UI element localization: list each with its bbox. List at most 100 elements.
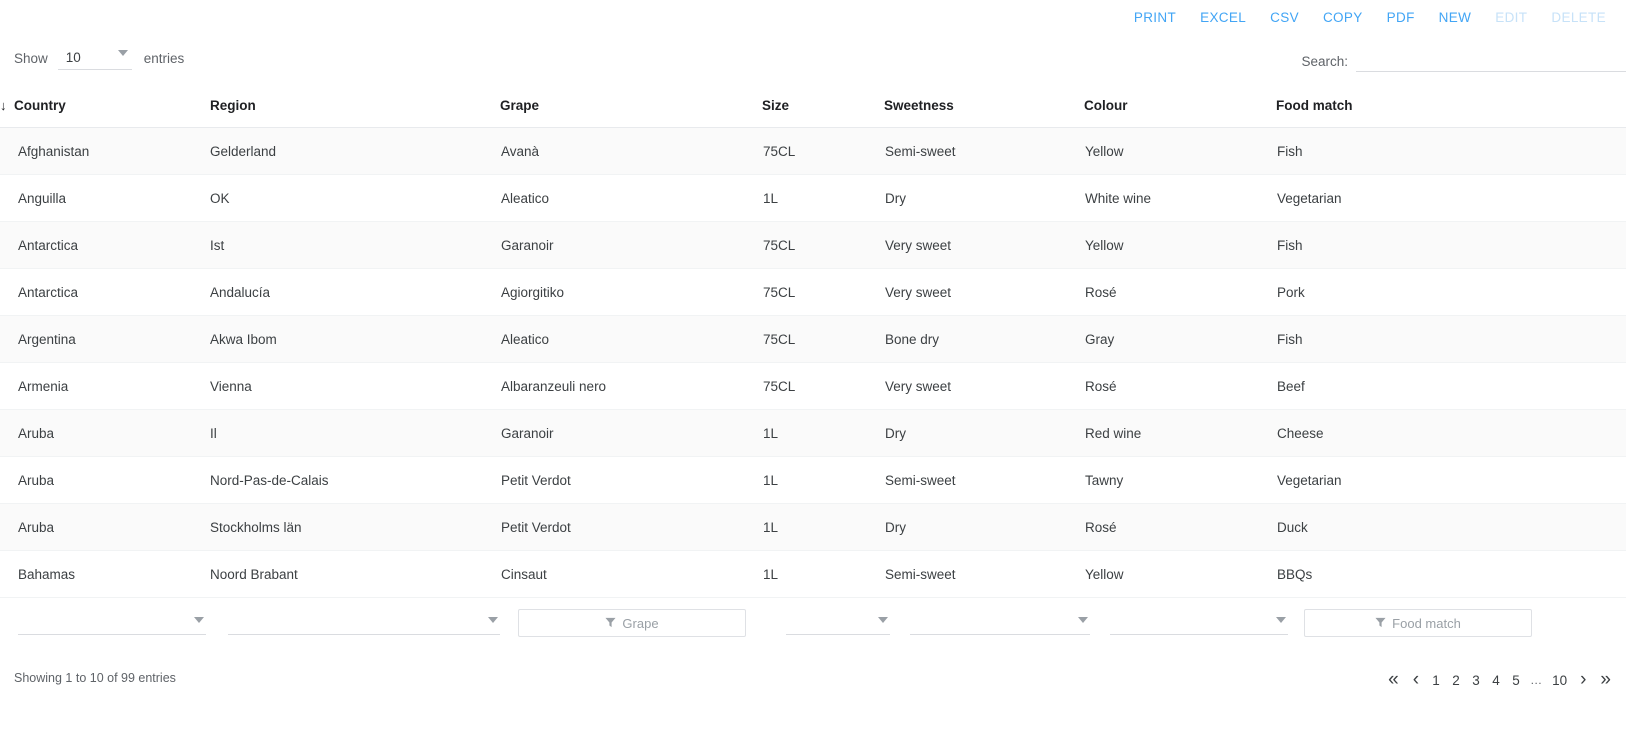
cell-food: Duck bbox=[1276, 503, 1626, 551]
table-row[interactable]: Argentina Akwa Ibom Aleatico 75CL Bone dry Gr… bbox=[0, 315, 1626, 363]
cell-grape: Garanoir bbox=[500, 409, 762, 457]
cell-country: Aruba bbox=[0, 409, 210, 457]
pagination-first[interactable]: « bbox=[1381, 665, 1406, 695]
table-row[interactable]: Afghanistan Gelderland Avanà 75CL Semi-sweet… bbox=[0, 127, 1626, 175]
column-header-size[interactable]: Size bbox=[762, 98, 884, 128]
cell-grape: Aleatico bbox=[500, 315, 762, 363]
cell-country: Antarctica bbox=[0, 221, 210, 269]
cell-grape: Avanà bbox=[500, 127, 762, 175]
cell-region: Noord Brabant bbox=[210, 550, 500, 598]
cell-grape: Petit Verdot bbox=[500, 503, 762, 551]
chevron-down-icon bbox=[488, 617, 498, 623]
table-row[interactable]: Aruba Il Garanoir 1L Dry Red wine Cheese bbox=[0, 409, 1626, 457]
pagination-page-1[interactable]: 1 bbox=[1426, 665, 1446, 695]
cell-grape: Aleatico bbox=[500, 174, 762, 222]
filter-region-cell bbox=[228, 609, 500, 635]
column-header-region[interactable]: Region bbox=[210, 98, 500, 128]
filter-food-match[interactable]: Food match bbox=[1304, 609, 1532, 637]
column-header-colour[interactable]: Colour bbox=[1084, 98, 1276, 128]
cell-country: Aruba bbox=[0, 503, 210, 551]
search-input[interactable] bbox=[1356, 48, 1626, 72]
copy-button[interactable]: COPY bbox=[1311, 6, 1375, 29]
column-header-label: Size bbox=[762, 98, 790, 113]
filter-country-cell bbox=[18, 609, 206, 635]
cell-country: Bahamas bbox=[0, 550, 210, 598]
table-row[interactable]: Antarctica Andalucía Agiorgitiko 75CL Very s… bbox=[0, 268, 1626, 316]
pdf-button[interactable]: PDF bbox=[1375, 6, 1427, 29]
pagination-page-3[interactable]: 3 bbox=[1466, 665, 1486, 695]
table-row[interactable]: Antarctica Ist Garanoir 75CL Very sweet Yello… bbox=[0, 221, 1626, 269]
cell-colour: Rosé bbox=[1084, 503, 1276, 551]
search-label: Search: bbox=[1301, 54, 1348, 69]
table-row[interactable]: Aruba Nord-Pas-de-Calais Petit Verdot 1L Sem… bbox=[0, 456, 1626, 504]
cell-food: Beef bbox=[1276, 362, 1626, 410]
filter-country[interactable] bbox=[18, 609, 206, 635]
table-row[interactable]: Anguilla OK Aleatico 1L Dry White wine Vegetar… bbox=[0, 174, 1626, 222]
cell-size: 1L bbox=[762, 550, 884, 598]
column-header-country[interactable]: ↓ Country bbox=[0, 98, 210, 128]
table-toolbar: PRINT EXCEL CSV COPY PDF NEW EDIT DELETE bbox=[0, 0, 1626, 34]
column-header-food-match[interactable]: Food match bbox=[1276, 98, 1626, 128]
pagination-last[interactable]: » bbox=[1593, 665, 1618, 695]
cell-grape: Cinsaut bbox=[500, 550, 762, 598]
datatable-page: PRINT EXCEL CSV COPY PDF NEW EDIT DELETE Show 1… bbox=[0, 0, 1626, 729]
cell-country: Argentina bbox=[0, 315, 210, 363]
pagination-next[interactable]: › bbox=[1573, 665, 1593, 695]
cell-grape: Agiorgitiko bbox=[500, 268, 762, 316]
column-header-sweetness[interactable]: Sweetness bbox=[884, 98, 1084, 128]
delete-button: DELETE bbox=[1539, 6, 1618, 29]
data-table: ↓ Country Region Grape Size Sweetness Colour Fo… bbox=[0, 98, 1626, 598]
cell-food: Fish bbox=[1276, 221, 1626, 269]
table-row[interactable]: Armenia Vienna Albaranzeuli nero 75CL Very s… bbox=[0, 362, 1626, 410]
page-length-select[interactable]: 10 bbox=[57, 46, 132, 70]
cell-region: Gelderland bbox=[210, 127, 500, 175]
filter-region[interactable] bbox=[228, 609, 500, 635]
pagination-previous[interactable]: ‹ bbox=[1406, 665, 1426, 695]
cell-sweetness: Semi-sweet bbox=[884, 456, 1084, 504]
column-header-label: Grape bbox=[500, 98, 540, 113]
cell-country: Anguilla bbox=[0, 174, 210, 222]
excel-button[interactable]: EXCEL bbox=[1188, 6, 1258, 29]
filter-colour[interactable] bbox=[1110, 609, 1288, 635]
cell-food: Cheese bbox=[1276, 409, 1626, 457]
filter-grape[interactable]: Grape bbox=[518, 609, 746, 637]
table-row[interactable]: Aruba Stockholms län Petit Verdot 1L Dry Rosé… bbox=[0, 503, 1626, 551]
pagination-page-10[interactable]: 10 bbox=[1546, 665, 1573, 695]
sort-ascending-icon: ↓ bbox=[0, 98, 7, 113]
cell-region: Stockholms län bbox=[210, 503, 500, 551]
table-row[interactable]: Bahamas Noord Brabant Cinsaut 1L Semi-sweet Y… bbox=[0, 550, 1626, 598]
filter-sweetness[interactable] bbox=[910, 609, 1090, 635]
cell-food: BBQs bbox=[1276, 550, 1626, 598]
cell-colour: Tawny bbox=[1084, 456, 1276, 504]
edit-button: EDIT bbox=[1483, 6, 1539, 29]
filter-sweetness-cell bbox=[910, 609, 1090, 635]
table-footer: Showing 1 to 10 of 99 entries «‹ 1 2 3 4 5 … 10… bbox=[0, 665, 1626, 705]
cell-grape: Petit Verdot bbox=[500, 456, 762, 504]
cell-sweetness: Very sweet bbox=[884, 362, 1084, 410]
cell-food: Fish bbox=[1276, 127, 1626, 175]
table-head: ↓ Country Region Grape Size Sweetness Colour Fo… bbox=[0, 98, 1626, 128]
cell-size: 75CL bbox=[762, 221, 884, 269]
cell-region: Il bbox=[210, 409, 500, 457]
cell-size: 1L bbox=[762, 409, 884, 457]
cell-colour: Yellow bbox=[1084, 221, 1276, 269]
cell-country: Armenia bbox=[0, 362, 210, 410]
pagination-page-2[interactable]: 2 bbox=[1446, 665, 1466, 695]
filter-grape-placeholder: Grape bbox=[622, 615, 659, 631]
filter-funnel-icon bbox=[1375, 617, 1386, 630]
pagination-page-5[interactable]: 5 bbox=[1506, 665, 1526, 695]
pagination-page-4[interactable]: 4 bbox=[1486, 665, 1506, 695]
chevron-down-icon bbox=[1078, 617, 1088, 623]
csv-button[interactable]: CSV bbox=[1258, 6, 1311, 29]
new-button[interactable]: NEW bbox=[1427, 6, 1484, 29]
print-button[interactable]: PRINT bbox=[1122, 6, 1188, 29]
filter-colour-cell bbox=[1110, 609, 1288, 635]
chevron-down-icon bbox=[117, 50, 128, 56]
entries-label: entries bbox=[143, 50, 185, 66]
cell-country: Aruba bbox=[0, 456, 210, 504]
chevron-down-icon bbox=[878, 617, 888, 623]
filter-size[interactable] bbox=[786, 609, 890, 635]
table-info: Showing 1 to 10 of 99 entries bbox=[14, 671, 176, 685]
cell-size: 1L bbox=[762, 503, 884, 551]
column-header-grape[interactable]: Grape bbox=[500, 98, 762, 128]
